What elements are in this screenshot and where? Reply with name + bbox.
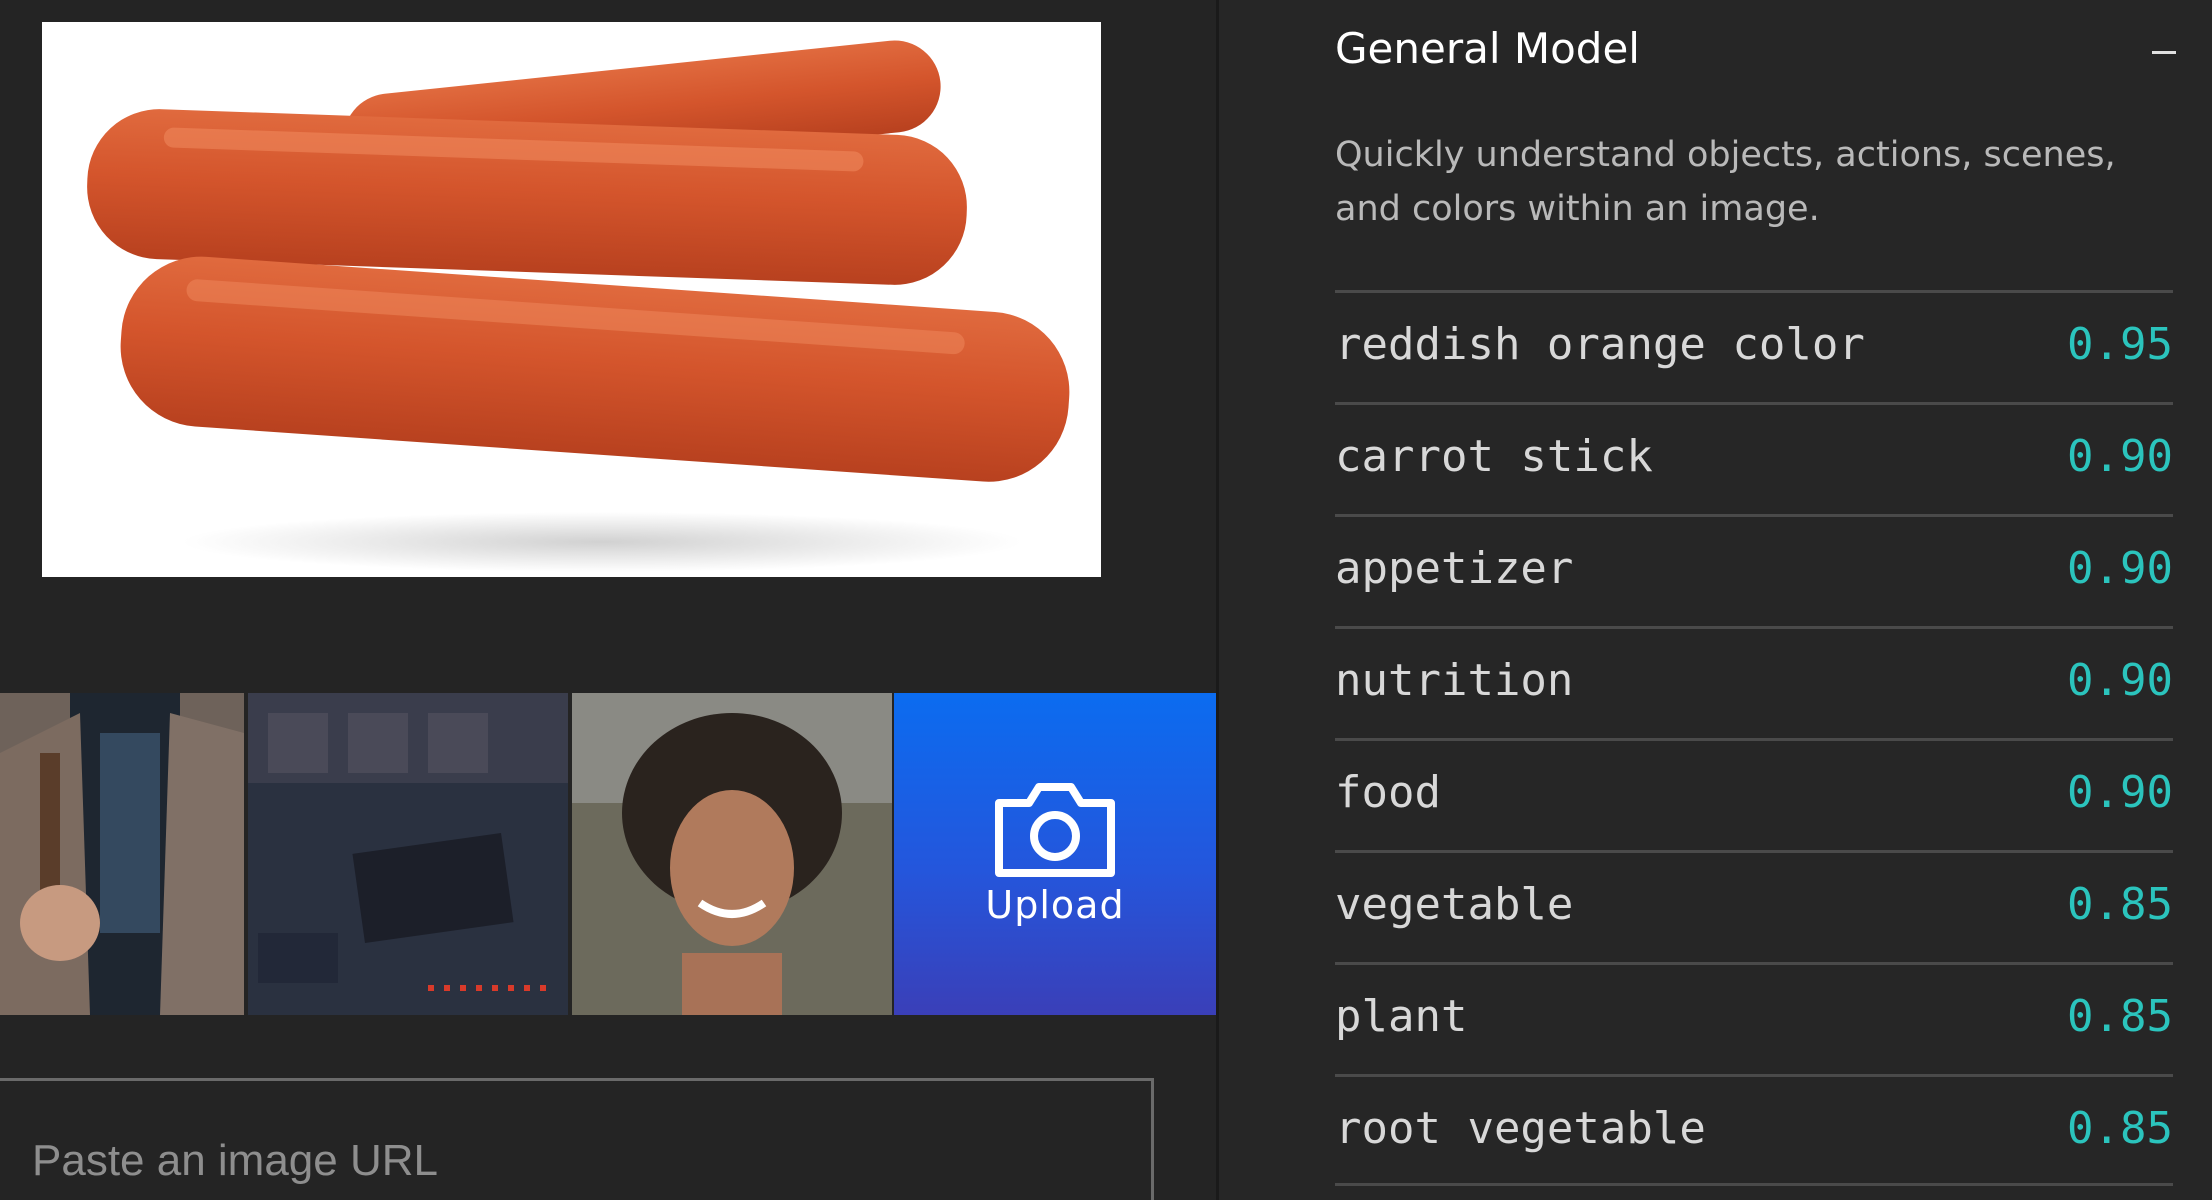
model-title: General Model [1335, 24, 1640, 73]
sample-thumbnail-circuit-board[interactable] [248, 693, 568, 1015]
main-preview-image [42, 22, 1101, 577]
concept-name: vegetable [1335, 879, 1574, 930]
concept-value: 0.85 [2067, 991, 2173, 1042]
list-item: reddish orange color 0.95 [1335, 290, 2173, 402]
collapse-button[interactable] [2144, 32, 2184, 72]
concept-value: 0.85 [2067, 879, 2173, 930]
list-item: vegetable 0.85 [1335, 850, 2173, 962]
concept-value: 0.90 [2067, 543, 2173, 594]
concept-name: root vegetable [1335, 1103, 1706, 1154]
concept-value: 0.90 [2067, 431, 2173, 482]
upload-label: Upload [985, 883, 1125, 927]
image-panel: Upload [0, 0, 1216, 1200]
model-results-panel: General Model Quickly understand objects… [1219, 0, 2212, 1200]
concept-value: 0.85 [2067, 1103, 2173, 1154]
list-item: carrot stick 0.90 [1335, 402, 2173, 514]
list-item: nutrition 0.90 [1335, 626, 2173, 738]
concept-name: carrot stick [1335, 431, 1653, 482]
sample-thumbnail-jacket[interactable] [0, 693, 244, 1015]
upload-button[interactable]: Upload [894, 693, 1216, 1015]
concept-value: 0.90 [2067, 767, 2173, 818]
minus-icon [2152, 51, 2176, 54]
list-item: root vegetable 0.85 [1335, 1074, 2173, 1186]
concept-value: 0.95 [2067, 319, 2173, 370]
sample-thumbnail-portrait[interactable] [572, 693, 892, 1015]
concept-value: 0.90 [2067, 655, 2173, 706]
list-item: food 0.90 [1335, 738, 2173, 850]
concept-name: appetizer [1335, 543, 1574, 594]
concept-list: reddish orange color 0.95 carrot stick 0… [1335, 290, 2173, 1186]
concept-name: plant [1335, 991, 1468, 1042]
concept-name: food [1335, 767, 1441, 818]
model-description: Quickly understand objects, actions, sce… [1335, 135, 2116, 229]
list-item: plant 0.85 [1335, 962, 2173, 1074]
concept-name: reddish orange color [1335, 319, 1865, 370]
camera-icon [995, 783, 1115, 877]
image-url-input[interactable] [0, 1078, 1154, 1200]
concept-name: nutrition [1335, 655, 1574, 706]
list-item: appetizer 0.90 [1335, 514, 2173, 626]
